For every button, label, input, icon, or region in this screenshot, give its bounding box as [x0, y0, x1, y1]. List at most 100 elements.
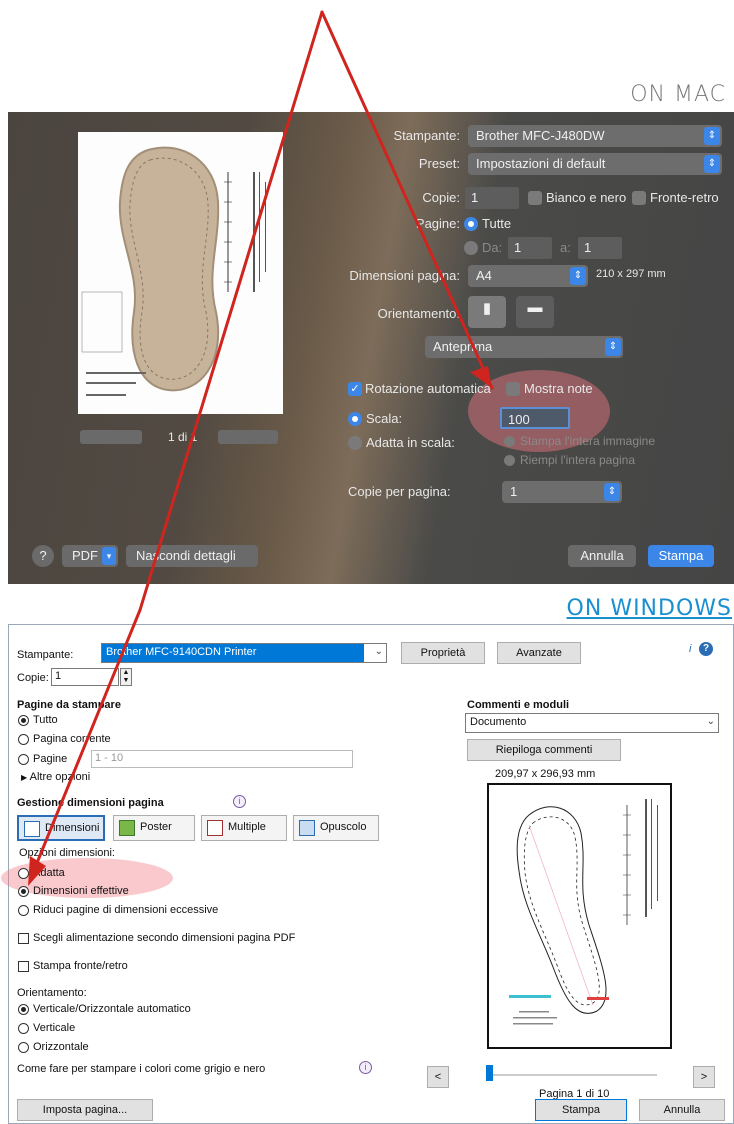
win-more-options[interactable]: ▶ Altre opzioni	[21, 771, 90, 783]
mac-bw-checkbox[interactable]	[528, 191, 542, 205]
win-comments-select[interactable]: Documento ⌄	[465, 713, 719, 733]
win-page-dims: 209,97 x 296,93 mm	[495, 768, 596, 780]
win-page-setup-button[interactable]: Imposta pagina...	[17, 1099, 153, 1121]
win-duplex-checkbox[interactable]	[18, 961, 29, 972]
tab-size[interactable]: Dimensioni	[17, 815, 105, 841]
mac-section-select[interactable]: Anteprima ⇕	[425, 336, 623, 358]
chevron-updown-icon: ⇕	[570, 267, 586, 285]
help-icon: ?	[39, 548, 47, 563]
mac-pages-all-label: Tutte	[482, 216, 512, 231]
win-orient-auto-radio[interactable]	[18, 1004, 29, 1015]
mac-pdf-button[interactable]: PDF ▾	[62, 545, 118, 567]
mac-paper-size-label: Dimensioni pagina:	[349, 268, 460, 283]
win-pages-label: Pagine	[33, 753, 68, 765]
tab-multiple[interactable]: Multiple	[201, 815, 287, 841]
win-shrink-radio[interactable]	[18, 905, 29, 916]
mac-preset-value: Impostazioni di default	[476, 156, 606, 171]
tab-multiple-label: Multiple	[228, 821, 266, 833]
win-printer-select[interactable]: Brother MFC-9140CDN Printer ⌄	[101, 643, 387, 663]
win-current-page-radio[interactable]	[18, 734, 29, 745]
mac-pages-range-radio[interactable]	[464, 241, 478, 255]
size-icon	[24, 821, 40, 837]
landscape-orientation-button[interactable]: ▬	[516, 296, 554, 328]
mac-pages-to-input[interactable]: 1	[578, 237, 622, 259]
win-comments-heading: Commenti e moduli	[467, 699, 570, 711]
mac-duplex-label: Fronte-retro	[650, 190, 719, 205]
win-print-button[interactable]: Stampa	[535, 1099, 627, 1121]
win-choose-source-checkbox[interactable]	[18, 933, 29, 944]
win-orient-portrait-label: Verticale	[33, 1022, 76, 1034]
mac-orientation-label: Orientamento:	[377, 306, 460, 321]
win-orient-portrait-radio[interactable]	[18, 1023, 29, 1034]
mac-pages-per-sheet-value: 1	[510, 484, 518, 499]
mac-print-button[interactable]: Stampa	[648, 545, 714, 567]
mac-printer-select[interactable]: Brother MFC-J480DW ⇕	[468, 125, 722, 147]
win-summarize-button[interactable]: Riepiloga commenti	[467, 739, 621, 761]
help-icon[interactable]: ?	[699, 642, 713, 656]
win-all-radio[interactable]	[18, 715, 29, 726]
win-current-page-label: Pagina corrente	[33, 733, 111, 745]
mac-fill-page-radio[interactable]	[504, 455, 515, 466]
info-icon[interactable]: i	[233, 795, 246, 808]
mac-cancel-button[interactable]: Annulla	[568, 545, 636, 567]
win-duplex-label: Stampa fronte/retro	[33, 960, 128, 972]
win-help-link[interactable]: i	[689, 643, 691, 655]
mac-duplex-checkbox[interactable]	[632, 191, 646, 205]
mac-auto-rotate-checkbox[interactable]: ✓	[348, 382, 362, 396]
mac-scale-input[interactable]: 100	[500, 407, 570, 429]
sole-outline-thumbnail	[509, 799, 658, 1025]
mac-fit-label: Adatta in scala:	[366, 435, 455, 450]
win-fit-radio[interactable]	[18, 868, 29, 879]
win-orient-landscape-radio[interactable]	[18, 1042, 29, 1053]
win-advanced-button[interactable]: Avanzate	[497, 642, 581, 664]
mac-preset-select[interactable]: Impostazioni di default ⇕	[468, 153, 722, 175]
mac-fit-whole-image-radio[interactable]	[504, 436, 515, 447]
mac-next-page-button[interactable]	[218, 430, 278, 444]
mac-pages-all-radio[interactable]	[464, 217, 478, 231]
mac-paper-size-value: A4	[476, 268, 492, 283]
win-actual-size-label: Dimensioni effettive	[33, 885, 129, 897]
info-icon[interactable]: i	[359, 1061, 372, 1074]
win-more-options-label: Altre opzioni	[29, 771, 91, 783]
poster-icon	[119, 820, 135, 836]
mac-show-notes-checkbox[interactable]	[506, 382, 520, 396]
chevron-down-icon: ▾	[102, 547, 116, 565]
win-actual-size-radio[interactable]	[18, 886, 29, 897]
chevron-updown-icon: ⇕	[704, 155, 720, 173]
mac-copies-input[interactable]: 1	[465, 187, 519, 209]
portrait-orientation-button[interactable]: ▮	[468, 296, 506, 328]
mac-pages-per-sheet-label: Copie per pagina:	[348, 484, 451, 499]
tab-poster-label: Poster	[140, 821, 172, 833]
mac-page-count: 1 di 1	[168, 430, 198, 444]
windows-section-label: ON WINDOWS	[566, 596, 732, 621]
win-pages-input[interactable]: 1 - 10	[91, 750, 353, 768]
triangle-right-icon: ▶	[21, 773, 28, 782]
win-pages-heading: Pagine da stampare	[17, 699, 121, 711]
win-cancel-button[interactable]: Annulla	[639, 1099, 725, 1121]
mac-show-notes-label: Mostra note	[524, 381, 593, 396]
windows-print-dialog: Stampante: Brother MFC-9140CDN Printer ⌄…	[1, 624, 734, 1124]
tab-booklet[interactable]: Opuscolo	[293, 815, 379, 841]
tab-poster[interactable]: Poster	[113, 815, 195, 841]
win-copies-spinner[interactable]: ▲ ▼	[120, 668, 132, 686]
win-fit-label: Adatta	[33, 867, 65, 879]
sole-thumbnail	[81, 146, 266, 396]
mac-hide-details-button[interactable]: Nascondi dettagli	[126, 545, 258, 567]
win-prev-page-button[interactable]: <	[427, 1066, 449, 1088]
mac-printer-value: Brother MFC-J480DW	[476, 128, 605, 143]
mac-scale-radio[interactable]	[348, 412, 362, 426]
mac-help-button[interactable]: ?	[32, 545, 54, 567]
mac-fit-radio[interactable]	[348, 436, 362, 450]
mac-pages-from-input[interactable]: 1	[508, 237, 552, 259]
win-copies-input[interactable]: 1	[51, 668, 119, 686]
win-pages-radio[interactable]	[18, 754, 29, 765]
win-page-slider-track[interactable]	[489, 1074, 657, 1076]
win-next-page-button[interactable]: >	[693, 1066, 715, 1088]
win-gray-help: Come fare per stampare i colori come gri…	[17, 1063, 266, 1075]
win-properties-button[interactable]: Proprietà	[401, 642, 485, 664]
win-page-slider-thumb[interactable]	[486, 1065, 493, 1081]
mac-prev-page-button[interactable]	[80, 430, 142, 444]
mac-pages-per-sheet-select[interactable]: 1 ⇕	[502, 481, 622, 503]
win-all-label: Tutto	[33, 714, 58, 726]
mac-paper-size-select[interactable]: A4 ⇕	[468, 265, 588, 287]
